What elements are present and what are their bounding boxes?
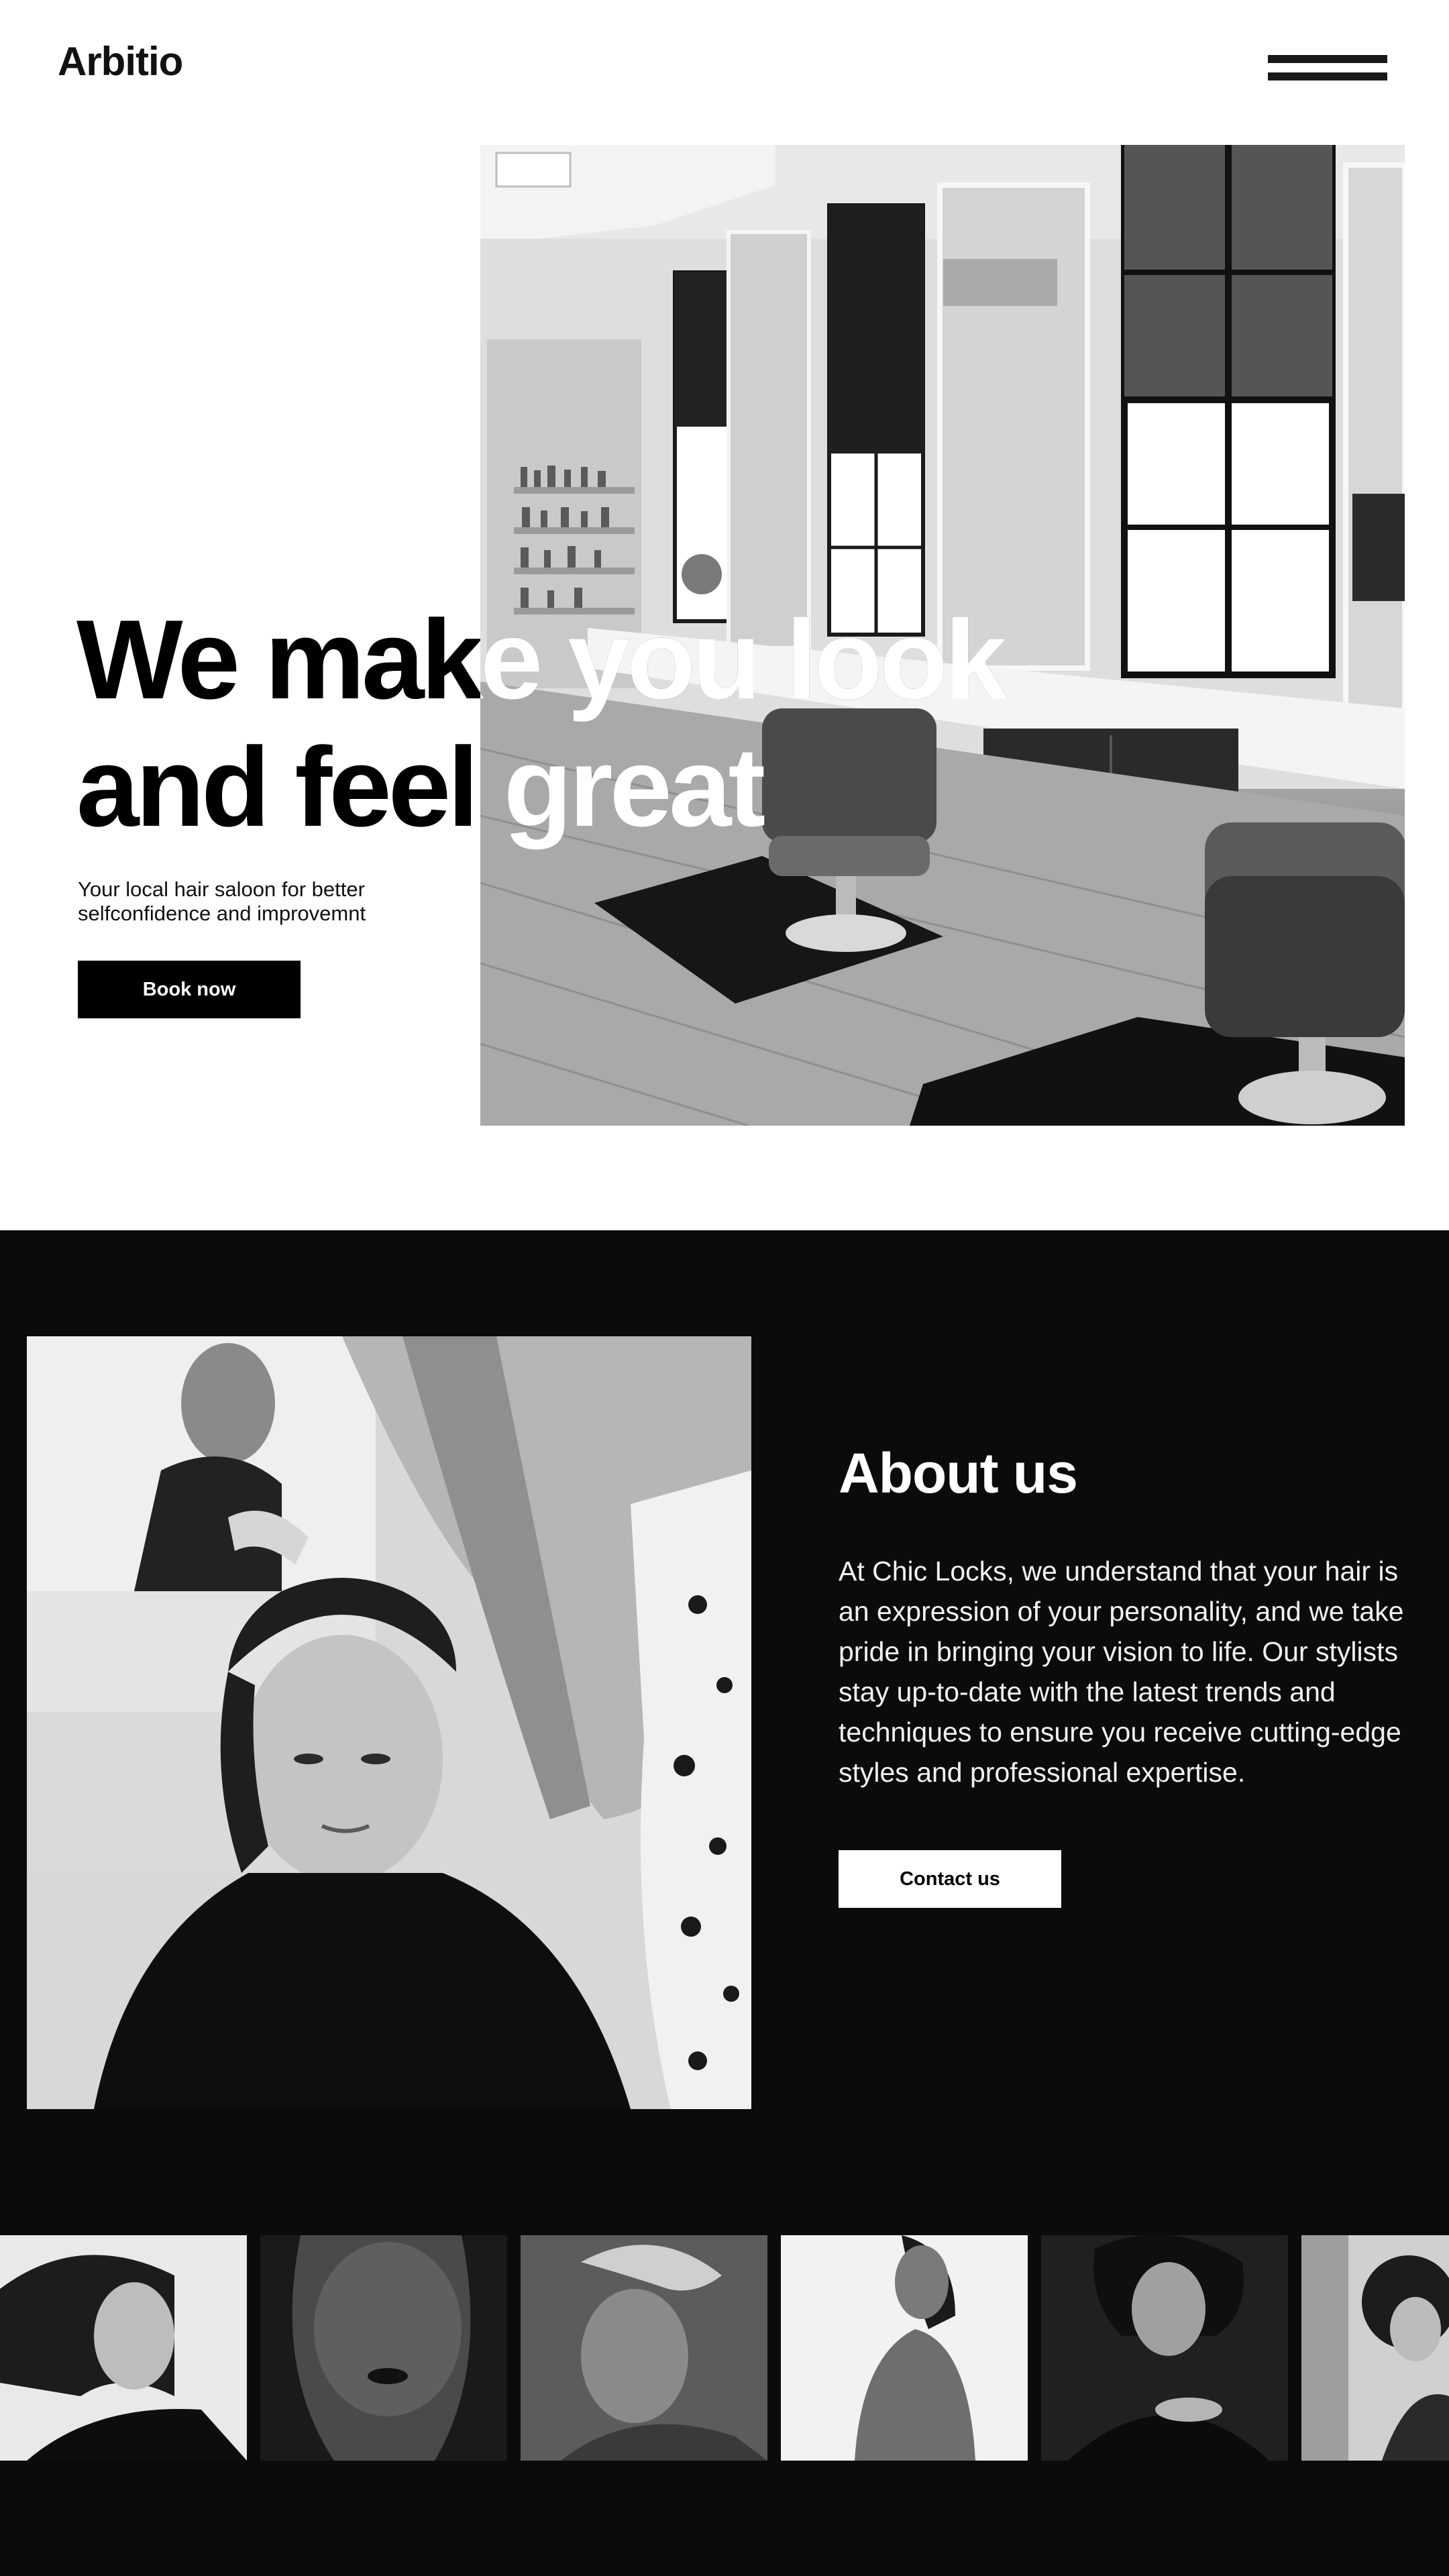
site-logo[interactable]: Arbitio bbox=[58, 38, 183, 86]
hero-title-line-1: We make you look bbox=[76, 596, 1008, 722]
gallery-photo-4[interactable] bbox=[781, 2235, 1028, 2461]
hero-title: We make you look and feel great bbox=[76, 596, 1083, 851]
gallery-photo-6[interactable] bbox=[1301, 2235, 1449, 2461]
stylist-with-client-photo bbox=[27, 1336, 751, 2109]
gallery-photo-5[interactable] bbox=[1041, 2235, 1288, 2461]
about-section: About us At Chic Locks, we understand th… bbox=[0, 1230, 1449, 2576]
about-title: About us bbox=[839, 1442, 1078, 1505]
book-now-button[interactable]: Book now bbox=[78, 961, 301, 1018]
portrait-gallery bbox=[0, 2235, 1449, 2461]
gallery-photo-3[interactable] bbox=[521, 2235, 767, 2461]
contact-us-button[interactable]: Contact us bbox=[839, 1850, 1061, 1908]
gallery-photo-1[interactable] bbox=[0, 2235, 247, 2461]
hero-subtitle: Your local hair saloon for better selfco… bbox=[78, 877, 427, 926]
hamburger-menu-icon[interactable] bbox=[1268, 52, 1387, 86]
hero-title-line-2: and feel great bbox=[76, 724, 765, 850]
gallery-photo-2[interactable] bbox=[260, 2235, 507, 2461]
menu-bar-top bbox=[1268, 55, 1387, 63]
hero-subtitle-line-1: Your local hair saloon for better bbox=[78, 877, 365, 901]
about-description: At Chic Locks, we understand that your h… bbox=[839, 1556, 1404, 1788]
hero-subtitle-line-2: selfconfidence and improvemnt bbox=[78, 902, 366, 925]
menu-bar-bottom bbox=[1268, 72, 1387, 80]
